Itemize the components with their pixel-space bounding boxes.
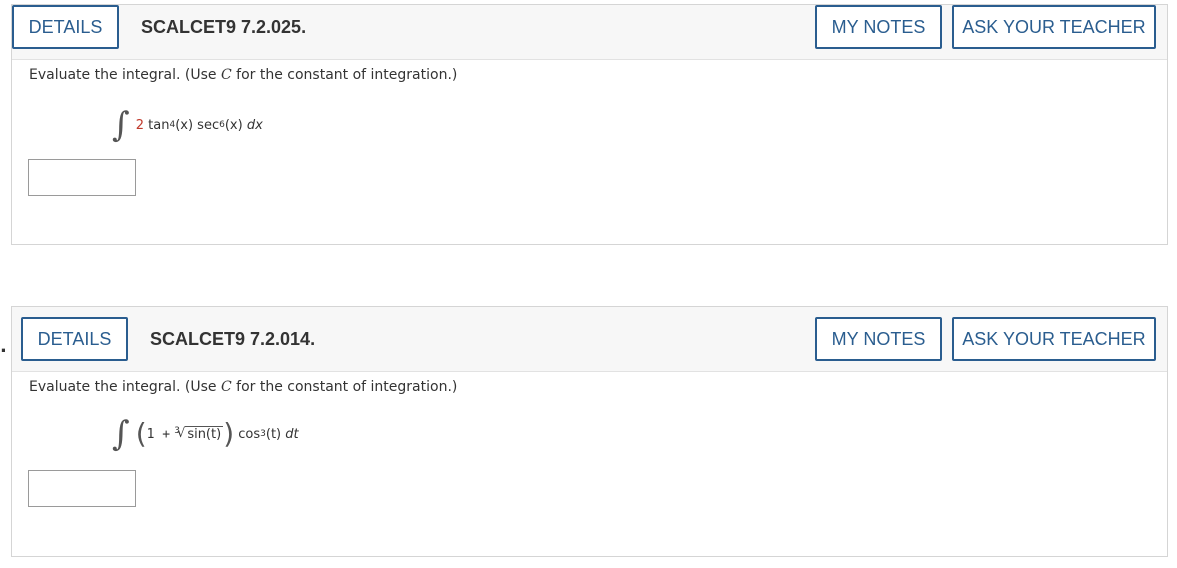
ask-your-teacher-button[interactable]: ASK YOUR TEACHER <box>952 317 1156 361</box>
integral-sign-icon: ∫ <box>112 105 130 145</box>
integral-expression: ∫ ( 1 + 3 √ sin(t) ) cos 3 (t) dt <box>112 417 299 451</box>
function-name: cos <box>238 426 261 442</box>
differential: dt <box>285 426 299 442</box>
argument: (x) <box>224 117 243 133</box>
answer-input[interactable] <box>28 470 136 507</box>
question-code: SCALCET9 7.2.014. <box>150 329 316 349</box>
prompt-text-end: for the constant of integration.) <box>231 67 458 83</box>
integral-expression: ∫ 2 tan 4 (x) sec 6 (x) dx <box>112 108 263 142</box>
cube-root: 3 √ sin(t) <box>174 426 224 442</box>
my-notes-button[interactable]: MY NOTES <box>815 317 942 361</box>
left-paren: ( <box>135 417 147 450</box>
details-button[interactable]: DETAILS <box>12 5 119 49</box>
details-button[interactable]: DETAILS <box>21 317 128 361</box>
answer-input[interactable] <box>28 159 136 196</box>
prompt-variable: C <box>220 379 232 395</box>
prompt-text-start: Evaluate the integral. (Use <box>29 379 221 395</box>
question-card-1: DETAILS SCALCET9 7.2.025. MY NOTES ASK Y… <box>11 4 1168 245</box>
argument: (x) <box>175 117 194 133</box>
argument: (t) <box>265 426 282 442</box>
prompt-text-start: Evaluate the integral. (Use <box>29 67 221 83</box>
right-paren: ) <box>223 417 235 450</box>
function-name: sec <box>197 117 220 133</box>
question-prompt: Evaluate the integral. (Use C for the co… <box>29 67 457 83</box>
question-header-2: DETAILS SCALCET9 7.2.014. MY NOTES ASK Y… <box>12 307 1167 372</box>
one-plus: 1 + <box>146 426 171 442</box>
radicand: sin(t) <box>185 426 224 442</box>
radical-sign-icon: √ <box>177 426 186 441</box>
prompt-text-end: for the constant of integration.) <box>231 379 458 395</box>
coefficient: 2 <box>135 117 144 133</box>
ask-your-teacher-button[interactable]: ASK YOUR TEACHER <box>952 5 1156 49</box>
my-notes-button[interactable]: MY NOTES <box>815 5 942 49</box>
question-prompt: Evaluate the integral. (Use C for the co… <box>29 379 457 395</box>
question-header-1: DETAILS SCALCET9 7.2.025. MY NOTES ASK Y… <box>12 5 1167 60</box>
question-card-2: DETAILS SCALCET9 7.2.014. MY NOTES ASK Y… <box>11 306 1168 557</box>
list-bullet: . <box>0 336 7 357</box>
integral-sign-icon: ∫ <box>112 414 130 454</box>
differential: dx <box>246 117 263 133</box>
prompt-variable: C <box>220 67 232 83</box>
question-code: SCALCET9 7.2.025. <box>141 17 307 37</box>
function-name: tan <box>148 117 170 133</box>
